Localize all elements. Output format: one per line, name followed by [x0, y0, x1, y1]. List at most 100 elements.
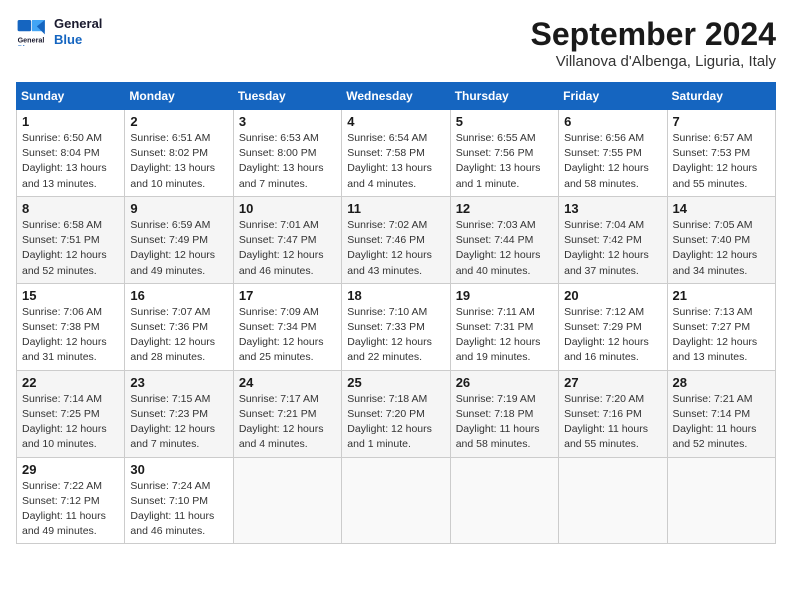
day-detail: Sunrise: 7:06 AM Sunset: 7:38 PM Dayligh… [22, 305, 119, 366]
calendar-cell: 15 Sunrise: 7:06 AM Sunset: 7:38 PM Dayli… [17, 283, 125, 370]
calendar-week-4: 29Sunrise: 7:22 AM Sunset: 7:12 PM Dayli… [17, 457, 776, 544]
calendar-cell: 19Sunrise: 7:11 AM Sunset: 7:31 PM Dayli… [450, 283, 558, 370]
calendar-cell: 12Sunrise: 7:03 AM Sunset: 7:44 PM Dayli… [450, 196, 558, 283]
calendar-cell: 29Sunrise: 7:22 AM Sunset: 7:12 PM Dayli… [17, 457, 125, 544]
day-detail: Sunrise: 7:07 AM Sunset: 7:36 PM Dayligh… [130, 305, 227, 366]
calendar-cell [559, 457, 667, 544]
calendar-week-0: 1 Sunrise: 6:50 AM Sunset: 8:04 PM Daylig… [17, 110, 776, 197]
calendar-cell: 25 Sunrise: 7:18 AM Sunset: 7:20 PM Dayli… [342, 370, 450, 457]
logo: General Blue General Blue [16, 16, 102, 47]
day-number: 5 [456, 114, 553, 129]
calendar-cell: 4 Sunrise: 6:54 AM Sunset: 7:58 PM Daylig… [342, 110, 450, 197]
calendar-cell [233, 457, 341, 544]
day-detail: Sunrise: 6:51 AM Sunset: 8:02 PM Dayligh… [130, 131, 227, 192]
day-number: 6 [564, 114, 661, 129]
header-day-wednesday: Wednesday [342, 83, 450, 110]
calendar-cell: 22 Sunrise: 7:14 AM Sunset: 7:25 PM Dayli… [17, 370, 125, 457]
day-number: 8 [22, 201, 119, 216]
header-row: SundayMondayTuesdayWednesdayThursdayFrid… [17, 83, 776, 110]
day-number: 16 [130, 288, 227, 303]
day-number: 18 [347, 288, 444, 303]
day-detail: Sunrise: 6:59 AM Sunset: 7:49 PM Dayligh… [130, 218, 227, 279]
day-detail: Sunrise: 6:50 AM Sunset: 8:04 PM Dayligh… [22, 131, 119, 192]
day-detail: Sunrise: 7:04 AM Sunset: 7:42 PM Dayligh… [564, 218, 661, 279]
day-detail: Sunrise: 7:22 AM Sunset: 7:12 PM Dayligh… [22, 479, 119, 540]
day-detail: Sunrise: 7:15 AM Sunset: 7:23 PM Dayligh… [130, 392, 227, 453]
svg-text:Blue: Blue [18, 43, 34, 46]
calendar-cell: 5 Sunrise: 6:55 AM Sunset: 7:56 PM Daylig… [450, 110, 558, 197]
day-detail: Sunrise: 7:12 AM Sunset: 7:29 PM Dayligh… [564, 305, 661, 366]
day-detail: Sunrise: 7:01 AM Sunset: 7:47 PM Dayligh… [239, 218, 336, 279]
calendar-cell: 1 Sunrise: 6:50 AM Sunset: 8:04 PM Daylig… [17, 110, 125, 197]
day-number: 12 [456, 201, 553, 216]
calendar-cell: 11Sunrise: 7:02 AM Sunset: 7:46 PM Dayli… [342, 196, 450, 283]
day-number: 21 [673, 288, 770, 303]
day-number: 17 [239, 288, 336, 303]
calendar-title: September 2024 [531, 16, 776, 53]
day-detail: Sunrise: 7:20 AM Sunset: 7:16 PM Dayligh… [564, 392, 661, 453]
calendar-header: SundayMondayTuesdayWednesdayThursdayFrid… [17, 83, 776, 110]
day-number: 24 [239, 375, 336, 390]
day-number: 22 [22, 375, 119, 390]
day-number: 4 [347, 114, 444, 129]
calendar-cell: 13 Sunrise: 7:04 AM Sunset: 7:42 PM Dayli… [559, 196, 667, 283]
title-area: September 2024 Villanova d'Albenga, Ligu… [531, 16, 776, 70]
calendar-cell [342, 457, 450, 544]
day-number: 3 [239, 114, 336, 129]
calendar-cell: 21 Sunrise: 7:13 AM Sunset: 7:27 PM Dayli… [667, 283, 775, 370]
header-day-tuesday: Tuesday [233, 83, 341, 110]
day-number: 10 [239, 201, 336, 216]
header-day-monday: Monday [125, 83, 233, 110]
calendar-cell: 27 Sunrise: 7:20 AM Sunset: 7:16 PM Dayli… [559, 370, 667, 457]
calendar-cell: 3 Sunrise: 6:53 AM Sunset: 8:00 PM Daylig… [233, 110, 341, 197]
logo-icon: General Blue [16, 18, 48, 46]
header-day-saturday: Saturday [667, 83, 775, 110]
day-number: 1 [22, 114, 119, 129]
header-day-friday: Friday [559, 83, 667, 110]
calendar-cell: 26 Sunrise: 7:19 AM Sunset: 7:18 PM Dayli… [450, 370, 558, 457]
day-detail: Sunrise: 7:09 AM Sunset: 7:34 PM Dayligh… [239, 305, 336, 366]
calendar-cell [450, 457, 558, 544]
calendar-cell: 16 Sunrise: 7:07 AM Sunset: 7:36 PM Dayli… [125, 283, 233, 370]
day-number: 13 [564, 201, 661, 216]
day-detail: Sunrise: 7:18 AM Sunset: 7:20 PM Dayligh… [347, 392, 444, 453]
calendar-table: SundayMondayTuesdayWednesdayThursdayFrid… [16, 82, 776, 544]
calendar-cell: 9Sunrise: 6:59 AM Sunset: 7:49 PM Daylig… [125, 196, 233, 283]
day-detail: Sunrise: 7:13 AM Sunset: 7:27 PM Dayligh… [673, 305, 770, 366]
logo-text-general: General [54, 16, 102, 32]
day-number: 20 [564, 288, 661, 303]
calendar-cell: 6Sunrise: 6:56 AM Sunset: 7:55 PM Daylig… [559, 110, 667, 197]
calendar-cell: 14 Sunrise: 7:05 AM Sunset: 7:40 PM Dayli… [667, 196, 775, 283]
header: General Blue General Blue September 2024… [16, 16, 776, 70]
day-detail: Sunrise: 6:54 AM Sunset: 7:58 PM Dayligh… [347, 131, 444, 192]
day-detail: Sunrise: 7:05 AM Sunset: 7:40 PM Dayligh… [673, 218, 770, 279]
calendar-cell: 8Sunrise: 6:58 AM Sunset: 7:51 PM Daylig… [17, 196, 125, 283]
calendar-body: 1 Sunrise: 6:50 AM Sunset: 8:04 PM Daylig… [17, 110, 776, 544]
calendar-cell: 18Sunrise: 7:10 AM Sunset: 7:33 PM Dayli… [342, 283, 450, 370]
day-number: 26 [456, 375, 553, 390]
calendar-cell: 2 Sunrise: 6:51 AM Sunset: 8:02 PM Daylig… [125, 110, 233, 197]
day-detail: Sunrise: 6:55 AM Sunset: 7:56 PM Dayligh… [456, 131, 553, 192]
day-detail: Sunrise: 7:14 AM Sunset: 7:25 PM Dayligh… [22, 392, 119, 453]
day-number: 15 [22, 288, 119, 303]
day-number: 2 [130, 114, 227, 129]
calendar-cell: 28Sunrise: 7:21 AM Sunset: 7:14 PM Dayli… [667, 370, 775, 457]
day-number: 25 [347, 375, 444, 390]
calendar-cell [667, 457, 775, 544]
day-detail: Sunrise: 6:53 AM Sunset: 8:00 PM Dayligh… [239, 131, 336, 192]
day-number: 27 [564, 375, 661, 390]
day-number: 14 [673, 201, 770, 216]
logo-text-blue: Blue [54, 32, 102, 48]
day-number: 7 [673, 114, 770, 129]
calendar-cell: 17 Sunrise: 7:09 AM Sunset: 7:34 PM Dayli… [233, 283, 341, 370]
calendar-subtitle: Villanova d'Albenga, Liguria, Italy [531, 53, 776, 70]
calendar-cell: 23Sunrise: 7:15 AM Sunset: 7:23 PM Dayli… [125, 370, 233, 457]
calendar-cell: 30Sunrise: 7:24 AM Sunset: 7:10 PM Dayli… [125, 457, 233, 544]
header-day-thursday: Thursday [450, 83, 558, 110]
calendar-cell: 7 Sunrise: 6:57 AM Sunset: 7:53 PM Daylig… [667, 110, 775, 197]
day-detail: Sunrise: 7:11 AM Sunset: 7:31 PM Dayligh… [456, 305, 553, 366]
day-number: 30 [130, 462, 227, 477]
calendar-week-3: 22 Sunrise: 7:14 AM Sunset: 7:25 PM Dayli… [17, 370, 776, 457]
day-detail: Sunrise: 6:57 AM Sunset: 7:53 PM Dayligh… [673, 131, 770, 192]
day-detail: Sunrise: 7:19 AM Sunset: 7:18 PM Dayligh… [456, 392, 553, 453]
